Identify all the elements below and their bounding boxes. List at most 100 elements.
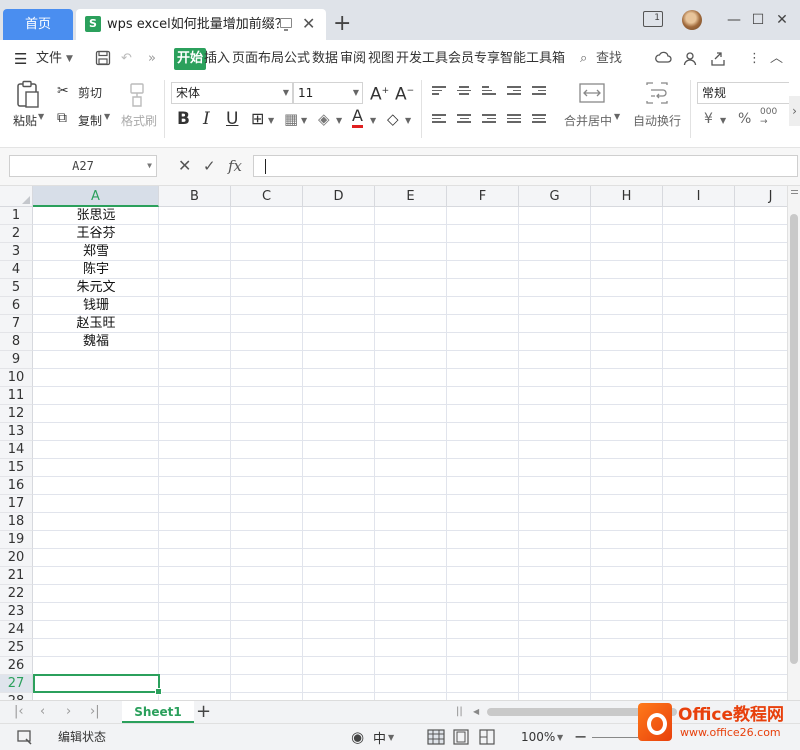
borders-icon[interactable]: ⊞ [251,109,264,129]
merge-dropdown-icon[interactable]: ▼ [614,112,620,121]
eye-protection-icon[interactable]: ◉ [351,728,364,746]
menu-tab-view[interactable]: 视图 [368,48,394,70]
paste-icon[interactable] [15,80,41,113]
first-sheet-icon[interactable]: |‹ [14,702,24,722]
row-header-2[interactable]: 2 [0,225,33,243]
cell-a7[interactable]: 赵玉旺 [33,315,159,333]
column-header-h[interactable]: H [591,186,663,207]
more-chevron-icon[interactable]: » [148,48,156,70]
cell-a6[interactable]: 钱珊 [33,297,159,315]
tab-document[interactable]: S wps excel如何批量增加前缀？ ✕ [76,9,326,40]
confirm-icon[interactable]: ✓ [203,156,216,176]
menu-tab-formula[interactable]: 公式 [284,48,310,70]
column-header-i[interactable]: I [663,186,735,207]
clear-format-dropdown-icon[interactable]: ▼ [405,111,411,131]
row-header-18[interactable]: 18 [0,513,33,531]
fill-color-icon[interactable]: ◈ [318,109,330,129]
split-handle-icon[interactable] [791,190,798,191]
row-header-14[interactable]: 14 [0,441,33,459]
cell-a8[interactable]: 魏福 [33,333,159,351]
wrap-text-icon[interactable] [644,81,670,108]
formula-input[interactable] [253,155,798,177]
row-header-23[interactable]: 23 [0,603,33,621]
save-icon[interactable] [95,50,111,74]
format-painter-button[interactable]: 格式刷 [121,112,157,129]
cell-a2[interactable]: 王谷芬 [33,225,159,243]
row-header-13[interactable]: 13 [0,423,33,441]
row-header-6[interactable]: 6 [0,297,33,315]
ribbon-scroll-right-icon[interactable]: › [789,96,800,126]
menu-tab-home[interactable]: 开始 [174,48,207,70]
sheet-tab-sheet1[interactable]: Sheet1 [122,701,194,723]
row-header-26[interactable]: 26 [0,657,33,675]
row-header-16[interactable]: 16 [0,477,33,495]
row-header-28[interactable]: 28 [0,693,33,700]
cell-a4[interactable]: 陈宇 [33,261,159,279]
column-header-b[interactable]: B [159,186,231,207]
decrease-font-icon[interactable]: A− [395,81,414,105]
menu-tab-smart-tools[interactable]: 智能工具箱 [500,48,565,70]
maximize-button[interactable]: ☐ [748,8,768,32]
justify-icon[interactable] [507,114,521,126]
ime-indicator[interactable]: 中 [373,728,386,747]
row-header-19[interactable]: 19 [0,531,33,549]
collapse-ribbon-icon[interactable]: ︿ [770,48,783,70]
column-header-c[interactable]: C [231,186,303,207]
row-header-8[interactable]: 8 [0,333,33,351]
cell-a3[interactable]: 郑雪 [33,243,159,261]
menu-tab-page-layout[interactable]: 页面布局 [232,48,284,70]
currency-dropdown-icon[interactable]: ▼ [720,111,726,131]
add-sheet-button[interactable]: + [196,701,211,723]
increase-font-icon[interactable]: A+ [370,81,389,105]
name-box[interactable]: A27 ▼ [9,155,157,177]
tab-home[interactable]: 首页 [3,9,73,40]
row-header-15[interactable]: 15 [0,459,33,477]
undo-icon[interactable]: ↶ [121,48,132,70]
search-icon[interactable]: ⌕ [580,48,587,70]
currency-icon[interactable]: ¥ [704,109,713,129]
paste-button[interactable]: 粘贴 [13,112,37,129]
column-header-e[interactable]: E [375,186,447,207]
page-break-view-icon[interactable] [479,729,495,748]
row-header-17[interactable]: 17 [0,495,33,513]
close-tab-icon[interactable]: ✕ [302,13,315,35]
decrease-indent-icon[interactable] [507,86,521,98]
vertical-scroll-thumb[interactable] [790,214,798,664]
borders-dropdown-icon[interactable]: ▼ [268,111,274,131]
row-header-7[interactable]: 7 [0,315,33,333]
cell-a5[interactable]: 朱元文 [33,279,159,297]
italic-icon[interactable]: I [203,109,210,129]
cancel-icon[interactable]: ✕ [178,156,191,176]
monitor-icon[interactable] [280,18,292,31]
menu-tab-insert[interactable]: 插入 [204,48,230,70]
wrap-text-button[interactable]: 自动换行 [633,112,681,129]
underline-icon[interactable]: U [226,109,238,129]
column-header-j[interactable]: J [735,186,787,207]
distributed-icon[interactable] [532,114,546,126]
vertical-scrollbar[interactable] [787,186,800,700]
row-header-1[interactable]: 1 [0,207,33,225]
zoom-dropdown-icon[interactable]: ▼ [557,733,563,742]
menu-tab-review[interactable]: 审阅 [340,48,366,70]
column-header-a[interactable]: A [33,186,159,207]
cell-a1[interactable]: 张思远 [33,207,159,225]
zoom-level[interactable]: 100% [521,724,555,750]
file-menu[interactable]: 文件 [36,48,62,70]
align-right-icon[interactable] [482,114,496,126]
cell-style-icon[interactable]: ▦ [284,109,298,129]
row-header-22[interactable]: 22 [0,585,33,603]
cut-button[interactable]: 剪切 [78,84,102,101]
row-header-25[interactable]: 25 [0,639,33,657]
row-header-10[interactable]: 10 [0,369,33,387]
number-format-select[interactable]: 常规 [697,82,789,104]
font-color-icon[interactable]: A [352,107,363,128]
active-cell-selection[interactable] [33,674,162,695]
row-header-12[interactable]: 12 [0,405,33,423]
menu-tab-data[interactable]: 数据 [312,48,338,70]
more-options-icon[interactable]: ⋮ [748,48,761,70]
spreadsheet-grid[interactable]: A B C D E F G H I J 1 2 3 4 5 6 7 8 9 10 11 12 13 14 15 16 17 18 19 2… [0,186,787,700]
close-window-button[interactable]: ✕ [772,8,792,32]
menu-tab-membership[interactable]: 会员专享 [448,48,500,70]
normal-view-icon[interactable] [427,729,445,748]
row-header-4[interactable]: 4 [0,261,33,279]
